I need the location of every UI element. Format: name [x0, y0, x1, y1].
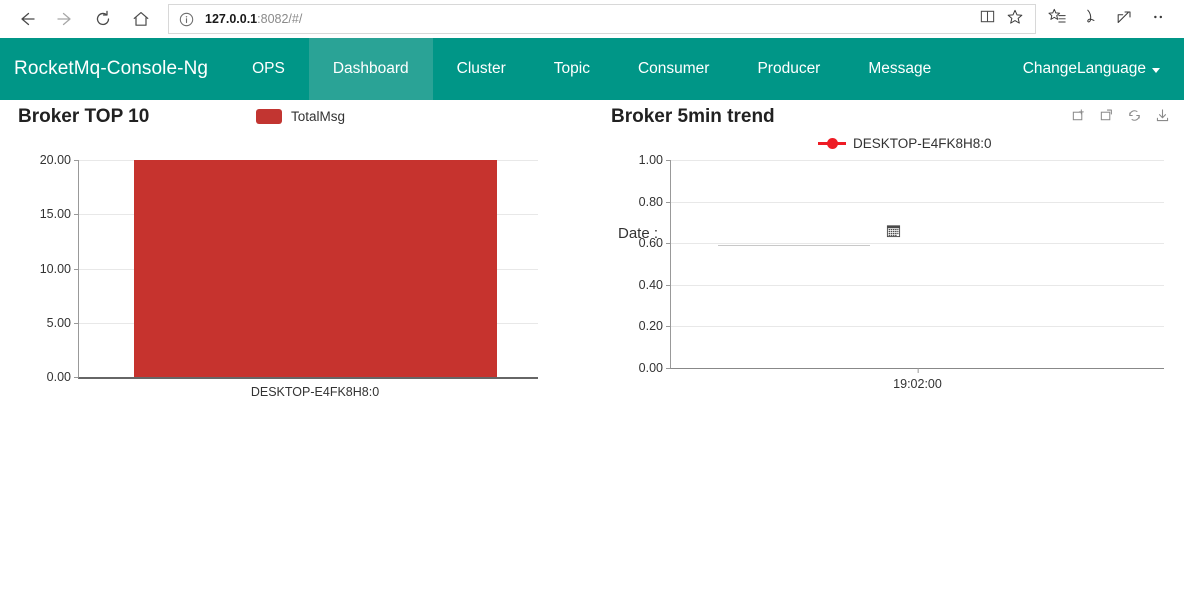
broker-top10-header: Broker TOP 10 TotalMsg [0, 100, 600, 134]
y-tick-label: 15.00 [39, 207, 79, 222]
x-tick-label: 19:02:00 [893, 368, 942, 391]
forward-arrow-icon [55, 9, 75, 29]
refresh-button[interactable] [84, 4, 122, 34]
y-tick-label: 0.00 [638, 361, 671, 375]
chevron-down-icon [1152, 68, 1160, 73]
bar-desktop-e4fk8h8-0[interactable] [134, 160, 497, 377]
gridline: 0.80 [639, 195, 1164, 209]
broker-trend-title: Broker 5min trend [611, 106, 775, 127]
x-axis-label: DESKTOP-E4FK8H8:0 [250, 385, 380, 399]
forward-button[interactable] [46, 4, 84, 34]
broker-trend-plot: 1.00 0.80 0.60 0.40 0.20 0.00 19:02:00 [639, 153, 1164, 391]
url-path: :8082/#/ [257, 12, 303, 26]
nav-item-topic[interactable]: Topic [530, 38, 614, 100]
app-navbar: RocketMq-Console-Ng OPS Dashboard Cluste… [0, 38, 1184, 100]
gridline-baseline: 0.00 [47, 370, 538, 384]
gridline: 1.00 [639, 153, 1164, 167]
broker-top10-plot: 20.00 15.00 10.00 5.00 0.00 DESKTOP-E4FK… [40, 153, 538, 399]
favorites-list-icon [1047, 7, 1067, 32]
change-language-label: ChangeLanguage [1022, 60, 1146, 77]
y-tick-label: 1.00 [638, 153, 671, 167]
broker-top10-panel: Broker TOP 10 TotalMsg 20.00 15.00 10.00… [0, 100, 600, 399]
legend-swatch-totalmsg [256, 109, 282, 124]
broker-trend-header: Broker 5min trend DESKTOP-E4FK8H8:0 [600, 100, 1184, 151]
broker-top10-title: Broker TOP 10 [18, 106, 150, 127]
y-tick-label: 5.00 [46, 315, 79, 330]
info-icon[interactable] [175, 8, 197, 30]
y-tick-label: 0.20 [638, 319, 671, 334]
home-icon [131, 9, 151, 29]
legend-label-broker: DESKTOP-E4FK8H8:0 [853, 136, 992, 151]
refresh-icon [93, 9, 113, 29]
broker-top10-chart[interactable]: 20.00 15.00 10.00 5.00 0.00 DESKTOP-E4FK… [18, 152, 538, 407]
browser-toolbar: 127.0.0.1:8082/#/ [0, 0, 1184, 38]
app-brand[interactable]: RocketMq-Console-Ng [0, 38, 228, 100]
legend-line-marker [818, 138, 846, 149]
y-tick-label: 20.00 [39, 153, 79, 167]
share-button[interactable] [1108, 5, 1142, 33]
nav-item-message[interactable]: Message [844, 38, 955, 100]
broker-top10-legend[interactable]: TotalMsg [256, 109, 345, 124]
nav-item-producer[interactable]: Producer [733, 38, 844, 100]
y-tick-label: 0.00 [46, 370, 79, 384]
nav-item-consumer[interactable]: Consumer [614, 38, 734, 100]
web-notes-button[interactable] [1074, 5, 1108, 33]
data-zoom-icon[interactable] [1071, 108, 1086, 123]
broker-trend-chart[interactable]: 1.00 0.80 0.60 0.40 0.20 0.00 19:02:00 [612, 152, 1172, 407]
y-tick-label: 0.40 [638, 277, 671, 292]
address-bar[interactable]: 127.0.0.1:8082/#/ [168, 4, 1036, 34]
nav-item-dashboard[interactable]: Dashboard [308, 38, 433, 100]
gridline: 0.60 [639, 236, 1164, 250]
favorites-hub-button[interactable] [1040, 5, 1074, 33]
legend-label-totalmsg: TotalMsg [291, 109, 346, 124]
browser-actions [1040, 5, 1176, 33]
broker-trend-legend[interactable]: DESKTOP-E4FK8H8:0 [818, 136, 992, 151]
star-icon [1006, 8, 1024, 31]
book-icon [979, 8, 996, 30]
save-image-icon[interactable] [1155, 108, 1170, 123]
broker-trend-panel: Broker 5min trend DESKTOP-E4FK8H8:0 1.00… [600, 100, 1184, 391]
add-favorite-button[interactable] [1001, 5, 1029, 33]
chart-toolbox [1071, 108, 1170, 123]
back-arrow-icon [17, 9, 37, 29]
gridline: 0.40 [639, 278, 1164, 292]
url-host: 127.0.0.1 [205, 12, 258, 26]
share-icon [1115, 7, 1135, 32]
y-tick-label: 10.00 [39, 261, 79, 276]
address-bar-text: 127.0.0.1:8082/#/ [205, 12, 302, 26]
more-ellipsis-icon [1149, 7, 1169, 32]
more-menu-button[interactable] [1142, 5, 1176, 33]
back-button[interactable] [8, 4, 46, 34]
data-zoom-reset-icon[interactable] [1099, 108, 1114, 123]
nav-item-ops[interactable]: OPS [228, 38, 309, 100]
y-tick-label: 0.80 [638, 194, 671, 209]
gridline: 0.20 [639, 319, 1164, 333]
home-button[interactable] [122, 4, 160, 34]
dashboard-page: Date : Broker TOP 10 TotalMsg 20.00 15.0… [0, 100, 1184, 547]
pen-note-icon [1081, 7, 1101, 32]
restore-icon[interactable] [1127, 108, 1142, 123]
change-language-menu[interactable]: ChangeLanguage [1023, 38, 1184, 100]
reading-view-button[interactable] [973, 5, 1001, 33]
y-tick-label: 0.60 [638, 236, 671, 251]
nav-item-cluster[interactable]: Cluster [433, 38, 530, 100]
